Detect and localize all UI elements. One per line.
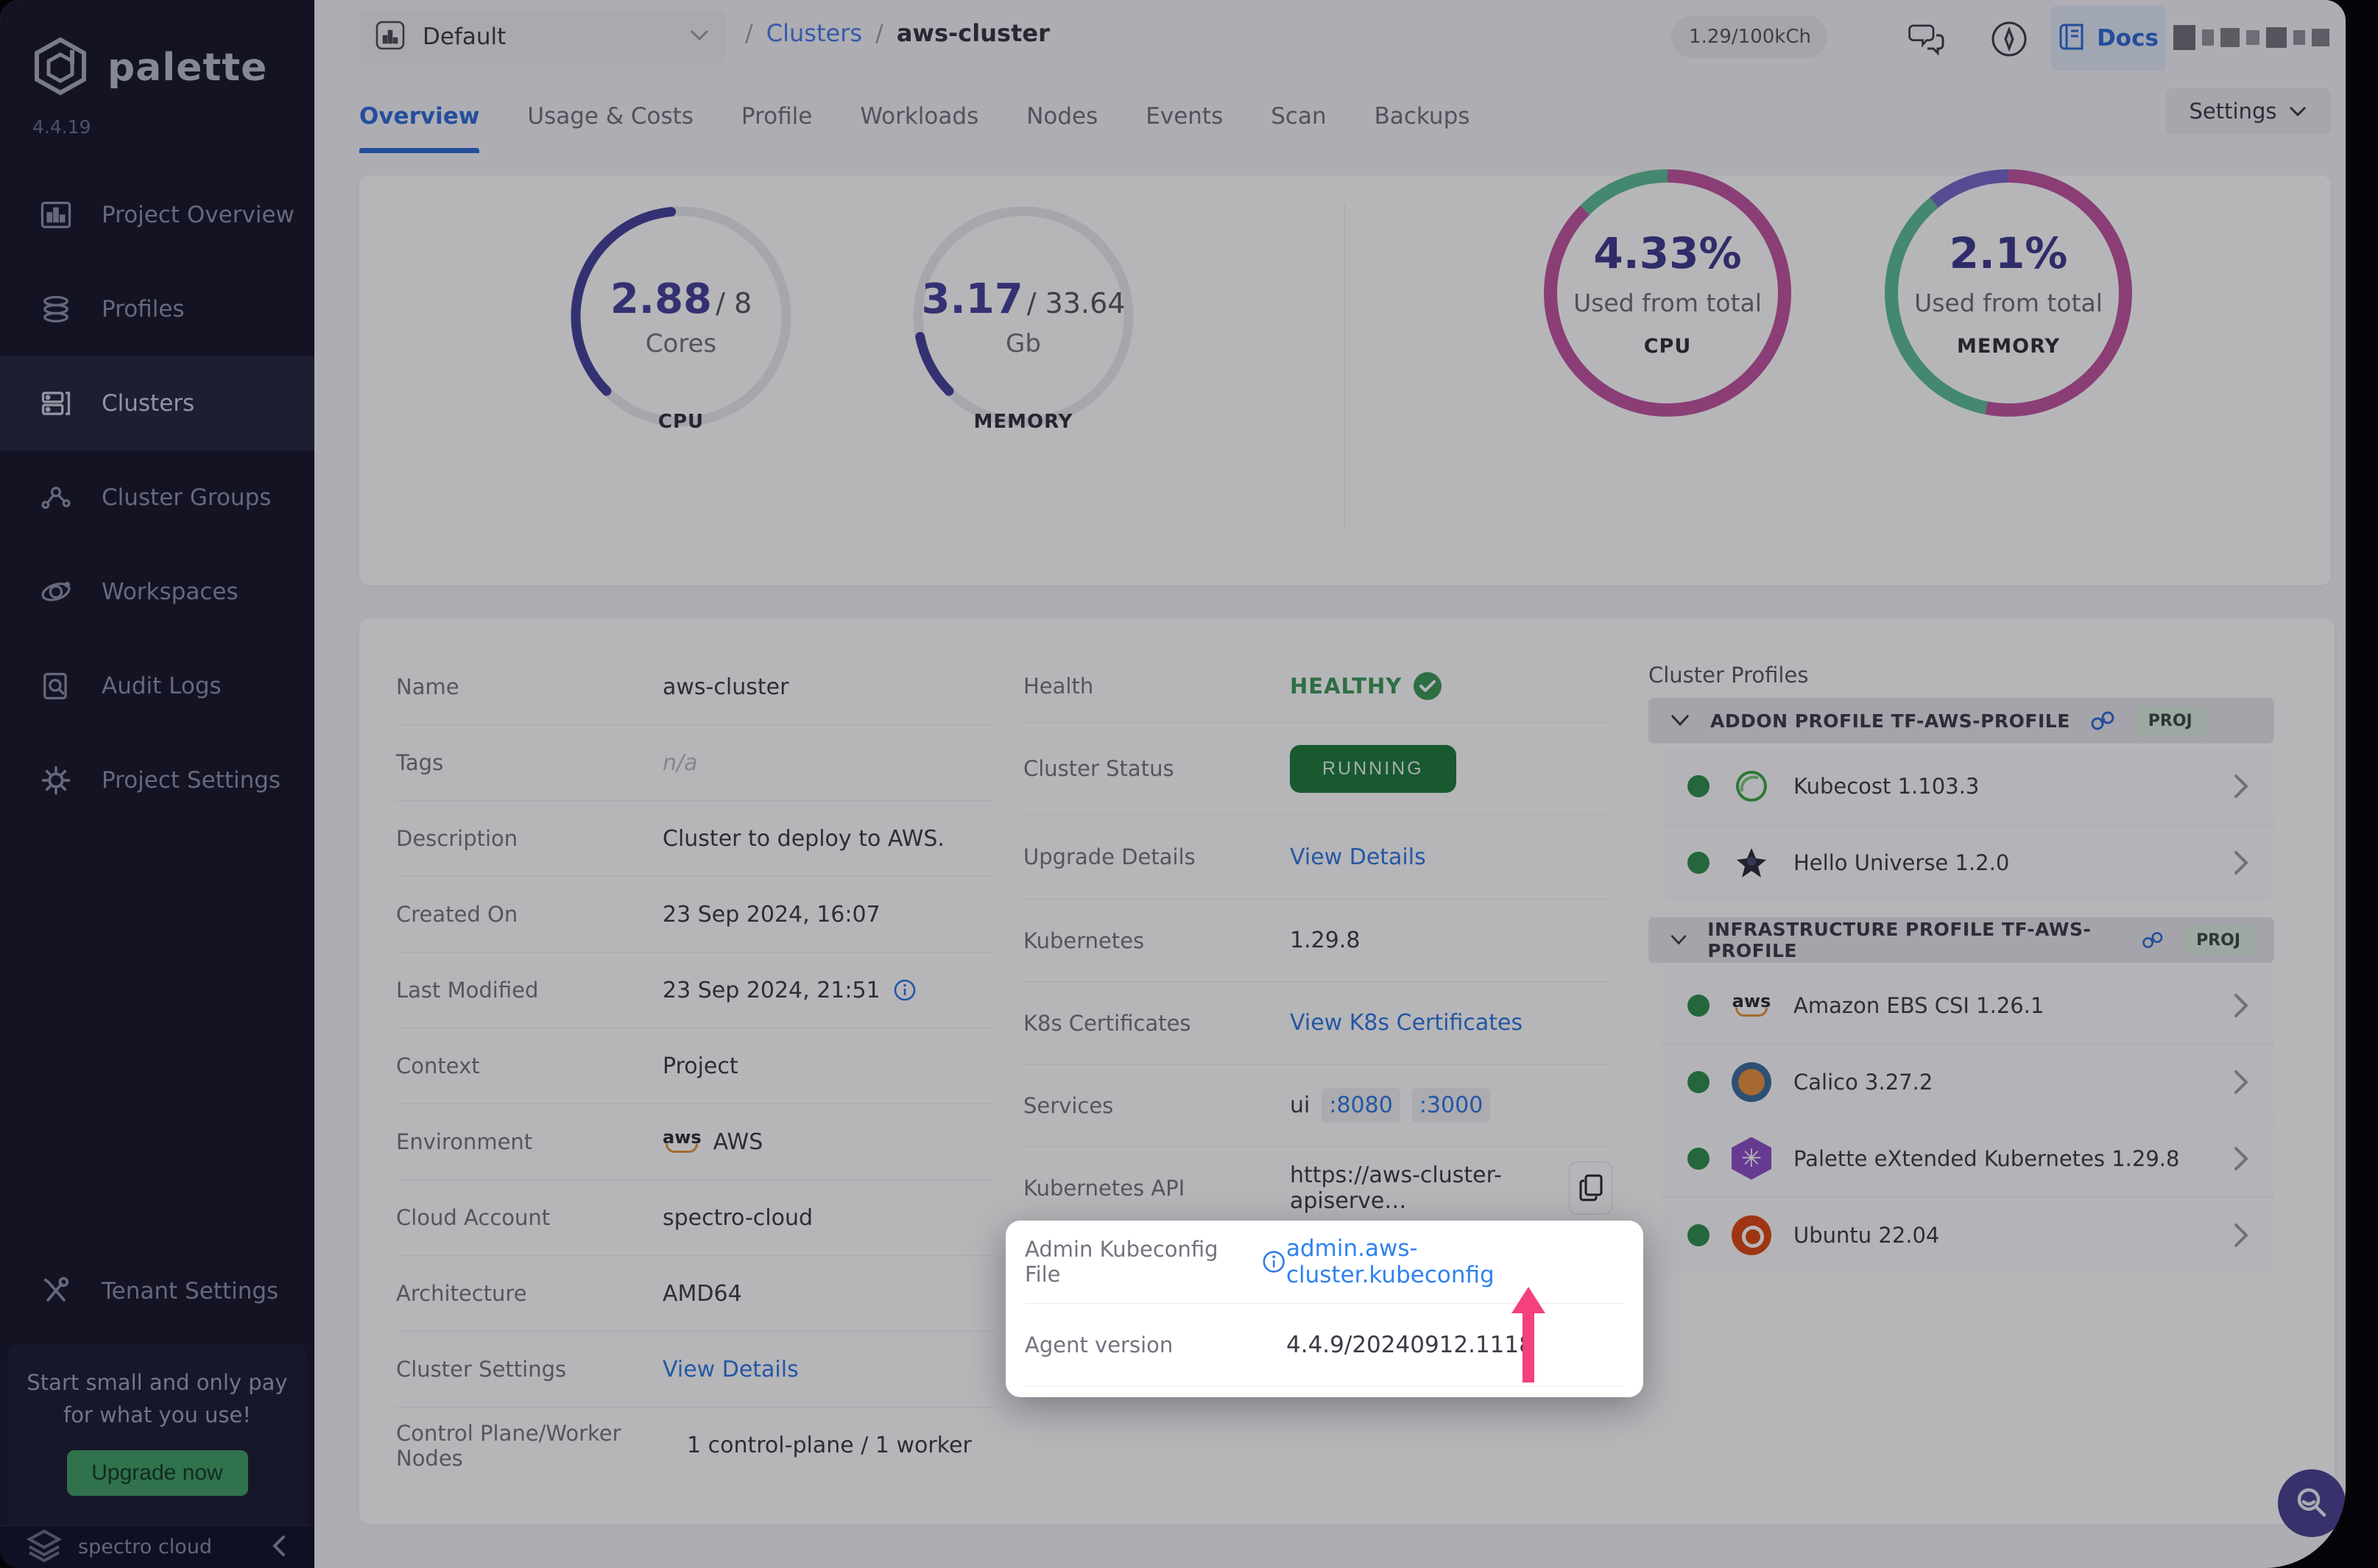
- admin-kubeconfig-label: Admin Kubeconfig File: [1025, 1237, 1218, 1287]
- divider: [1025, 1386, 1624, 1387]
- agent-version-value: 4.4.9/20240912.1118: [1286, 1332, 1534, 1358]
- info-icon[interactable]: [1261, 1249, 1286, 1275]
- kubeconfig-spotlight-popup: Admin Kubeconfig File admin.aws-cluster.…: [1006, 1221, 1643, 1397]
- row-label: Agent version: [1025, 1332, 1286, 1357]
- admin-kubeconfig-download-link[interactable]: admin.aws-cluster.kubeconfig: [1286, 1235, 1624, 1288]
- agent-version-label: Agent version: [1025, 1332, 1174, 1357]
- app-root: palette 4.4.19 Project Overview Profiles…: [0, 0, 2378, 1568]
- pointer-arrow: [1511, 1287, 1545, 1382]
- row-label: Admin Kubeconfig File: [1025, 1237, 1286, 1287]
